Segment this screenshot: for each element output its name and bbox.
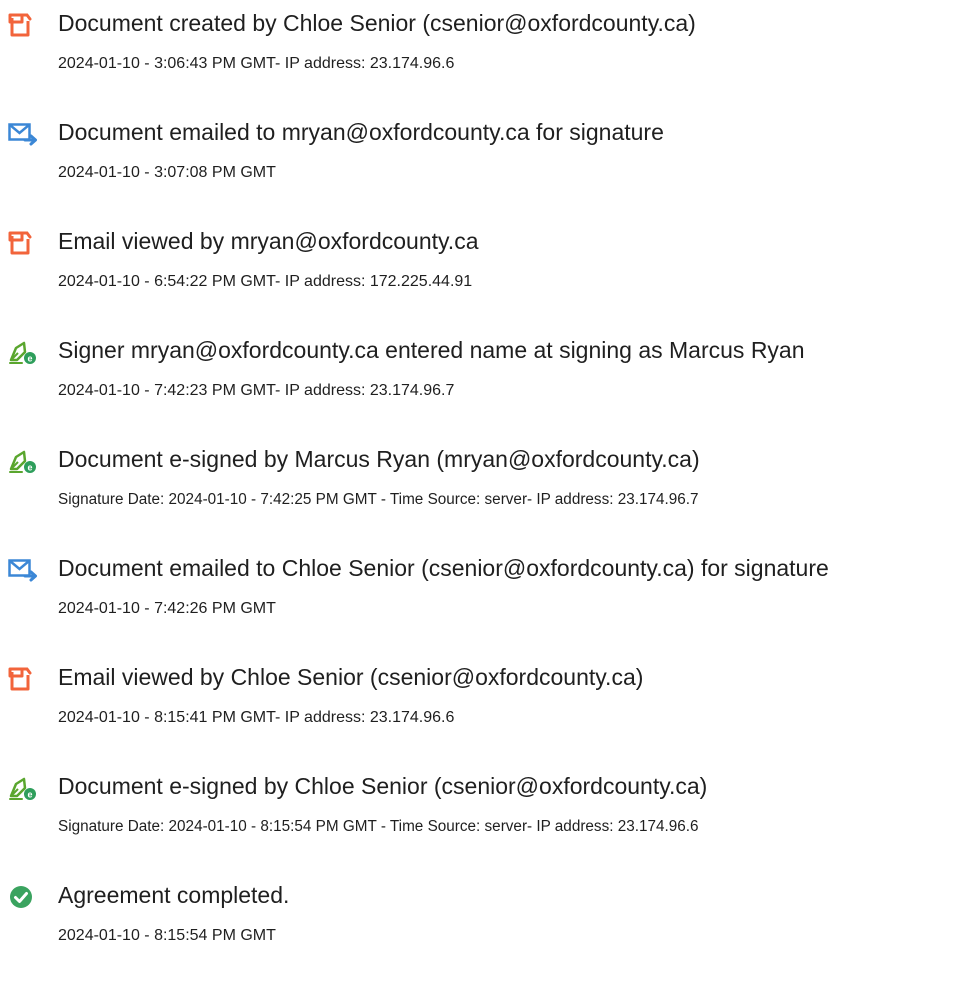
event-detail: 2024-01-10 - 3:06:43 PM GMT- IP address:…: [58, 55, 455, 72]
audit-event: Document created by Chloe Senior (csenio…: [0, 8, 953, 88]
event-detail: 2024-01-10 - 6:54:22 PM GMT- IP address:…: [58, 273, 473, 290]
email-send-icon: [8, 557, 37, 583]
event-title: Agreement completed.: [58, 882, 290, 908]
event-title: Document created by Chloe Senior (csenio…: [58, 10, 696, 36]
audit-event: Document emailed to mryan@oxfordcounty.c…: [0, 117, 953, 197]
event-title: Document e-signed by Marcus Ryan (mryan@…: [58, 446, 700, 472]
event-detail: 2024-01-10 - 3:07:08 PM GMT: [58, 164, 276, 181]
esign-pen-icon: e: [8, 775, 36, 801]
check-circle-icon: [8, 884, 36, 910]
event-detail: Signature Date: 2024-01-10 - 8:15:54 PM …: [58, 818, 699, 835]
svg-text:e: e: [27, 354, 32, 364]
event-title: Email viewed by mryan@oxfordcounty.ca: [58, 228, 479, 254]
event-detail: 2024-01-10 - 8:15:54 PM GMT: [58, 927, 276, 944]
document-icon: [8, 230, 36, 256]
audit-event: e Document e-signed by Chloe Senior (cse…: [0, 771, 953, 851]
event-title: Document emailed to Chloe Senior (csenio…: [58, 555, 829, 581]
esign-pen-icon: e: [8, 448, 36, 474]
event-title: Document e-signed by Chloe Senior (cseni…: [58, 773, 708, 799]
audit-event: e Signer mryan@oxfordcounty.ca entered n…: [0, 335, 953, 415]
audit-event-list: Document created by Chloe Senior (csenio…: [0, 0, 953, 994]
event-detail: 2024-01-10 - 7:42:23 PM GMT- IP address:…: [58, 382, 455, 399]
event-detail: 2024-01-10 - 7:42:26 PM GMT: [58, 600, 276, 617]
audit-event: Agreement completed. 2024-01-10 - 8:15:5…: [0, 880, 953, 960]
svg-text:e: e: [27, 790, 32, 800]
audit-event: Email viewed by Chloe Senior (csenior@ox…: [0, 662, 953, 742]
audit-event: e Document e-signed by Marcus Ryan (mrya…: [0, 444, 953, 524]
document-icon: [8, 666, 36, 692]
event-detail: 2024-01-10 - 8:15:41 PM GMT- IP address:…: [58, 709, 455, 726]
email-send-icon: [8, 121, 37, 147]
event-title: Email viewed by Chloe Senior (csenior@ox…: [58, 664, 644, 690]
event-title: Signer mryan@oxfordcounty.ca entered nam…: [58, 337, 805, 363]
audit-event: Document emailed to Chloe Senior (csenio…: [0, 553, 953, 633]
event-title: Document emailed to mryan@oxfordcounty.c…: [58, 119, 664, 145]
svg-text:e: e: [27, 463, 32, 473]
audit-event: Email viewed by mryan@oxfordcounty.ca 20…: [0, 226, 953, 306]
document-icon: [8, 12, 36, 38]
esign-pen-icon: e: [8, 339, 36, 365]
event-detail: Signature Date: 2024-01-10 - 7:42:25 PM …: [58, 491, 699, 508]
